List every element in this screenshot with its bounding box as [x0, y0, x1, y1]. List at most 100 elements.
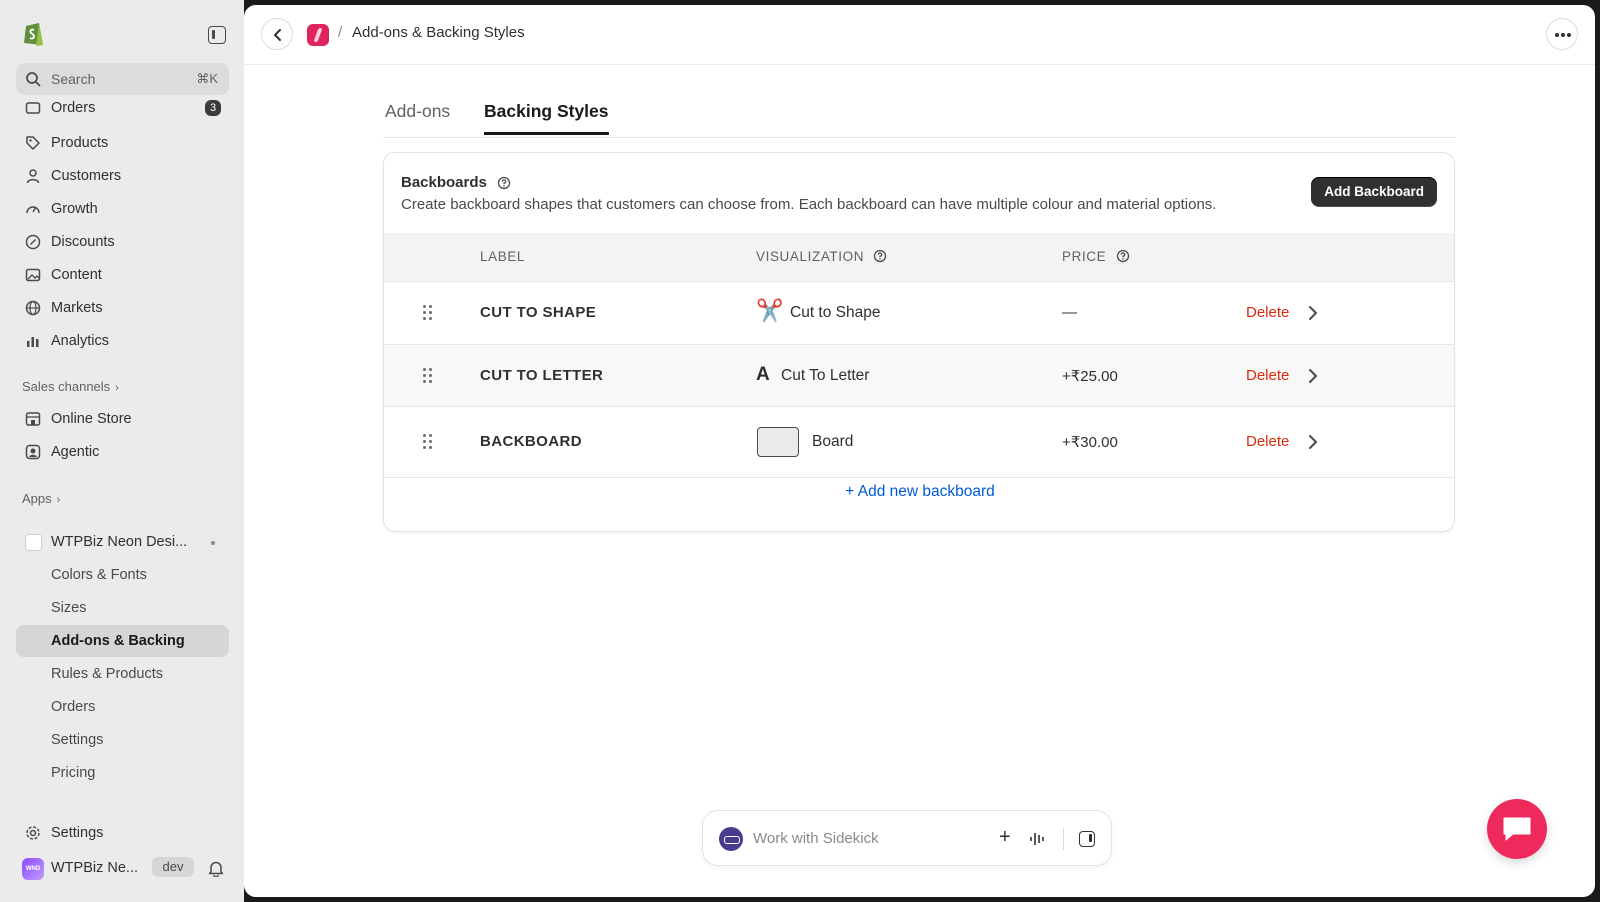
row-price: +₹30.00 — [1062, 434, 1118, 451]
row-label: CUT TO LETTER — [480, 367, 604, 384]
sidebar-item-analytics[interactable]: Analytics — [16, 325, 229, 357]
sidebar-item-customers[interactable]: Customers — [16, 160, 229, 192]
sidekick-bar[interactable]: Work with Sidekick + — [702, 810, 1112, 866]
row-visualization: Cut to Shape — [790, 304, 881, 321]
more-dots-icon — [1555, 33, 1559, 37]
back-button[interactable] — [261, 18, 293, 50]
side-panel-icon[interactable] — [1079, 831, 1095, 847]
sidebar-item-rules-products[interactable]: Rules & Products — [16, 658, 229, 690]
delete-button[interactable]: Delete — [1246, 304, 1289, 321]
chat-button[interactable] — [1487, 799, 1547, 859]
chevron-right-icon[interactable] — [1307, 368, 1319, 384]
help-icon[interactable] — [873, 249, 887, 263]
sidebar-item-settings[interactable]: Settings — [16, 817, 229, 849]
row-label: BACKBOARD — [480, 433, 582, 450]
apps-header[interactable]: Apps › — [22, 491, 60, 506]
store-avatar[interactable]: WND — [22, 858, 44, 880]
add-backboard-button[interactable]: Add Backboard — [1311, 177, 1437, 207]
tag-icon — [26, 136, 40, 150]
orders-clip: Orders 3 — [0, 96, 244, 120]
row-price: — — [1062, 304, 1077, 321]
sidebar-item-content[interactable]: Content — [16, 259, 229, 291]
more-actions-button[interactable] — [1546, 18, 1578, 50]
row-visualization: Cut To Letter — [781, 367, 870, 384]
scissors-icon: ✂️ — [756, 298, 784, 323]
help-icon[interactable] — [497, 176, 511, 190]
divider — [1063, 828, 1064, 850]
card-title: Backboards — [401, 174, 511, 191]
chevron-left-icon — [274, 29, 281, 41]
sidebar-item-discounts[interactable]: Discounts — [16, 226, 229, 258]
table-header: LABEL VISUALIZATION PRICE — [384, 233, 1454, 282]
drag-handle-icon[interactable] — [423, 305, 433, 321]
sidebar-header — [0, 0, 244, 62]
sidebar-item-colors-fonts[interactable]: Colors & Fonts — [16, 559, 229, 591]
column-header-price: PRICE — [1062, 249, 1130, 264]
main-panel: / Add-ons & Backing Styles Add-ons Backi… — [244, 5, 1595, 897]
sidebar-item-pricing[interactable]: Pricing — [16, 757, 229, 789]
breadcrumb-separator: / — [338, 24, 343, 41]
sidebar-collapse-icon[interactable] — [208, 26, 226, 44]
column-header-label: LABEL — [480, 249, 526, 264]
sidebar-item-online-store[interactable]: Online Store — [16, 403, 229, 435]
add-new-backboard-link[interactable]: + Add new backboard — [384, 483, 1454, 501]
app-icon — [25, 534, 42, 551]
chevron-right-icon[interactable] — [1307, 434, 1319, 450]
top-bar: / Add-ons & Backing Styles — [244, 5, 1595, 65]
globe-icon — [25, 300, 41, 316]
help-icon[interactable] — [1116, 249, 1130, 263]
sidebar-item-app[interactable]: WTPBiz Neon Desi... — [16, 526, 229, 558]
sidekick-input[interactable]: Work with Sidekick — [753, 830, 879, 847]
sidebar-item-app-orders[interactable]: Orders — [16, 691, 229, 723]
table-row[interactable]: CUT TO LETTER A Cut To Letter +₹25.00 De… — [384, 345, 1454, 407]
shopify-logo-icon[interactable] — [22, 19, 46, 47]
sidebar-item-agentic[interactable]: Agentic — [16, 436, 229, 468]
sidebar-item-orders[interactable]: Orders 3 — [16, 96, 229, 120]
chevron-right-icon[interactable] — [1307, 305, 1319, 321]
gear-icon — [26, 826, 40, 840]
chat-bubble-icon — [1503, 817, 1531, 841]
sales-channels-header[interactable]: Sales channels › — [22, 379, 119, 394]
tab-backing-styles[interactable]: Backing Styles — [484, 101, 609, 135]
tab-addons[interactable]: Add-ons — [385, 101, 450, 132]
table-row[interactable]: BACKBOARD Board +₹30.00 Delete — [384, 407, 1454, 478]
store-name[interactable]: WTPBiz Ne... — [51, 860, 138, 876]
app-pin-dot-icon — [211, 541, 215, 545]
store-icon — [25, 412, 41, 426]
table-row[interactable]: CUT TO SHAPE ✂️ Cut to Shape — Delete — [384, 282, 1454, 345]
card-description: Create backboard shapes that customers c… — [401, 196, 1217, 213]
bell-icon[interactable] — [208, 860, 224, 877]
chevron-right-icon: › — [56, 494, 61, 506]
tab-bar: Add-ons Backing Styles — [383, 95, 1455, 138]
row-price: +₹25.00 — [1062, 368, 1118, 385]
person-icon — [26, 169, 40, 184]
plus-icon[interactable]: + — [999, 826, 1011, 849]
voice-wave-icon[interactable] — [1029, 831, 1045, 847]
image-icon — [25, 268, 41, 282]
delete-button[interactable]: Delete — [1246, 433, 1289, 450]
app-brand-icon[interactable] — [307, 24, 329, 46]
drag-handle-icon[interactable] — [423, 434, 433, 450]
sidebar-item-products[interactable]: Products — [16, 127, 229, 159]
delete-button[interactable]: Delete — [1246, 367, 1289, 384]
row-label: CUT TO SHAPE — [480, 304, 597, 321]
sidekick-avatar-icon — [719, 827, 743, 851]
letter-a-icon: A — [756, 364, 770, 385]
dev-badge: dev — [152, 857, 194, 877]
drag-handle-icon[interactable] — [423, 368, 433, 384]
sidebar: Search ⌘K Orders 3 Products Customers Gr… — [0, 0, 244, 902]
column-header-visualization: VISUALIZATION — [756, 249, 887, 264]
inbox-icon — [25, 102, 41, 114]
search-bar[interactable]: Search ⌘K — [16, 63, 229, 95]
sidebar-item-sizes[interactable]: Sizes — [16, 592, 229, 624]
search-placeholder: Search — [51, 71, 96, 87]
sidebar-item-app-settings[interactable]: Settings — [16, 724, 229, 756]
sidebar-item-markets[interactable]: Markets — [16, 292, 229, 324]
backboards-card: Backboards Create backboard shapes that … — [383, 152, 1455, 532]
sidebar-item-addons-backing[interactable]: Add-ons & Backing — [16, 625, 229, 657]
search-shortcut: ⌘K — [196, 71, 218, 86]
discount-icon — [25, 234, 41, 250]
sidebar-item-growth[interactable]: Growth — [16, 193, 229, 225]
chevron-right-icon: › — [115, 382, 119, 394]
bar-chart-icon — [27, 337, 39, 347]
